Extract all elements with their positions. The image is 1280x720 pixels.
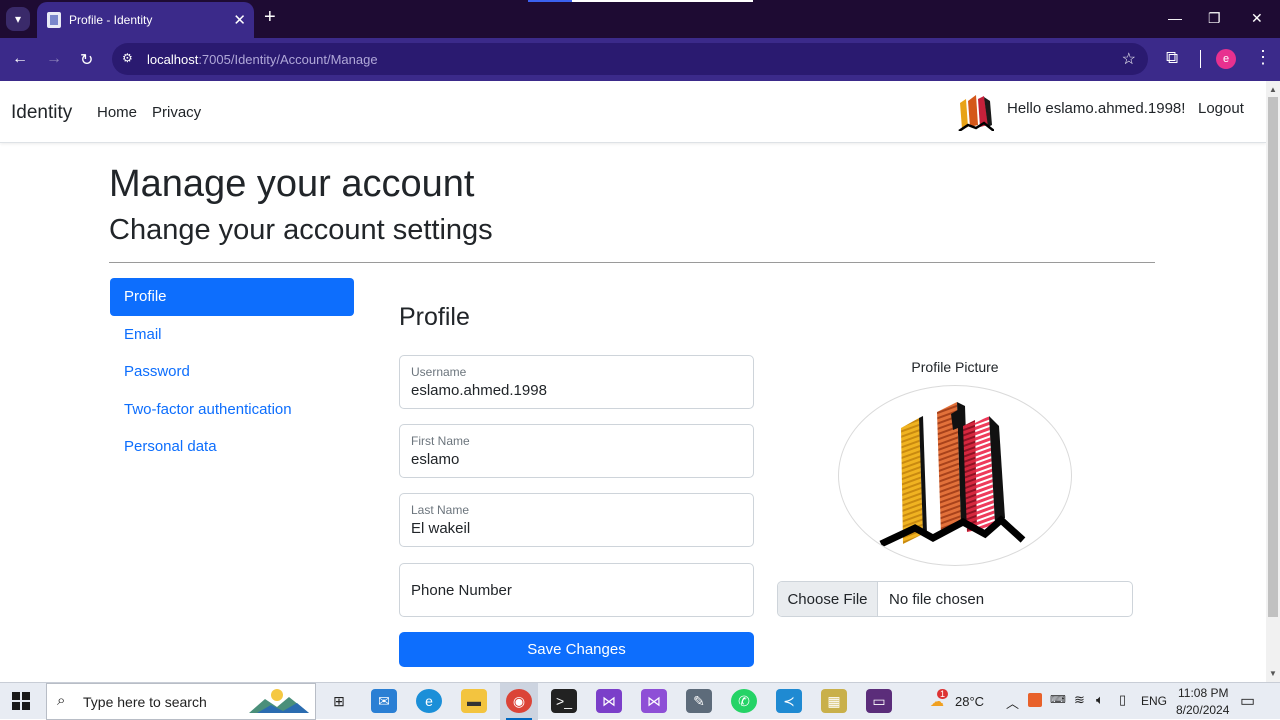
site-brand[interactable]: Identity: [11, 102, 72, 124]
sidenav-item-profile[interactable]: Profile: [110, 278, 354, 316]
profile-picture-logo-icon: [879, 402, 1026, 548]
vscode-icon[interactable]: ≺: [776, 689, 802, 713]
tab-title: Profile - Identity: [69, 13, 153, 27]
address-bar[interactable]: ⚙ localhost:7005/Identity/Account/Manage…: [112, 43, 1148, 75]
tray-chevron-icon[interactable]: ︿: [1006, 693, 1019, 712]
site-navbar: Identity Home Privacy Hello eslamo.ahmed…: [0, 81, 1266, 143]
notification-icon[interactable]: ▭: [1240, 691, 1255, 711]
nav-home-link[interactable]: Home: [97, 104, 137, 121]
web-page: Identity Home Privacy Hello eslamo.ahmed…: [0, 81, 1266, 682]
user-avatar-logo-icon: [958, 95, 994, 131]
page-scrollbar[interactable]: ▲ ▼: [1266, 81, 1280, 682]
whatsapp-icon[interactable]: ✆: [731, 689, 757, 713]
logout-button[interactable]: Logout: [1198, 100, 1244, 117]
profile-picture-file-input[interactable]: Choose File No file chosen: [777, 581, 1133, 617]
forward-icon[interactable]: →: [46, 50, 62, 68]
loading-indicator: [528, 0, 753, 2]
first-name-field[interactable]: First Name eslamo: [399, 424, 754, 478]
extensions-icon[interactable]: ⧉: [1166, 48, 1178, 68]
dev-tool-icon[interactable]: ✎: [686, 689, 712, 713]
site-info-icon[interactable]: ⚙: [122, 51, 136, 65]
visual-studio-icon[interactable]: ⋈: [596, 689, 622, 713]
tab-search-button[interactable]: ▾: [6, 7, 30, 31]
task-view-icon[interactable]: ⊞: [326, 689, 352, 713]
language-indicator[interactable]: ENG: [1141, 694, 1167, 708]
chrome-icon[interactable]: ◉: [506, 689, 532, 713]
taskbar-search-box[interactable]: ⌕ Type here to search: [46, 683, 316, 720]
restore-button[interactable]: ❐: [1208, 10, 1221, 27]
account-sidenav: Profile Email Password Two-factor authen…: [110, 278, 354, 466]
windows-taskbar: ⌕ Type here to search ⊞ ✉ e ▬ ◉ >_ ⋈ ⋈ ✎…: [0, 682, 1280, 720]
tab-close-icon[interactable]: ✕: [233, 11, 246, 29]
sidenav-item-two-factor[interactable]: Two-factor authentication: [110, 391, 354, 429]
url-path: :7005/Identity/Account/Manage: [198, 51, 378, 67]
page-favicon-icon: [47, 12, 61, 28]
database-app-icon[interactable]: ▭: [866, 689, 892, 713]
sidenav-item-personal-data[interactable]: Personal data: [110, 428, 354, 466]
visual-studio-preview-icon[interactable]: ⋈: [641, 689, 667, 713]
search-icon: ⌕: [57, 692, 66, 709]
last-name-label: Last Name: [411, 503, 470, 517]
minimize-button[interactable]: —: [1168, 10, 1182, 26]
back-icon[interactable]: ←: [12, 50, 28, 68]
page-title: Manage your account: [109, 163, 475, 205]
profile-picture: [838, 385, 1072, 566]
choose-file-button[interactable]: Choose File: [778, 582, 878, 616]
close-window-button[interactable]: ✕: [1251, 10, 1263, 27]
username-label: Username: [411, 365, 467, 379]
scroll-up-icon[interactable]: ▲: [1269, 85, 1277, 94]
profile-picture-label: Profile Picture: [911, 359, 999, 375]
user-greeting-link[interactable]: Hello eslamo.ahmed.1998!: [1007, 100, 1185, 117]
temperature-text[interactable]: 28°C: [955, 694, 984, 709]
phone-number-label: Phone Number: [411, 582, 512, 599]
browser-menu-icon[interactable]: ⋮: [1254, 47, 1272, 68]
file-status-text: No file chosen: [889, 590, 985, 608]
weather-badge: 1: [937, 689, 949, 699]
first-name-value: eslamo: [411, 451, 460, 468]
browser-tab[interactable]: Profile - Identity ✕: [37, 2, 254, 38]
reload-icon[interactable]: ↻: [80, 50, 93, 70]
scrollbar-thumb[interactable]: [1268, 97, 1278, 617]
header-divider: [109, 262, 1155, 263]
app-icon[interactable]: ▦: [821, 689, 847, 713]
sidenav-item-password[interactable]: Password: [110, 353, 354, 391]
username-field[interactable]: Username eslamo.ahmed.1998: [399, 355, 754, 409]
terminal-icon[interactable]: >_: [551, 689, 577, 713]
taskbar-search-placeholder: Type here to search: [83, 694, 207, 710]
browser-toolbar: ← → ↻ ⚙ localhost:7005/Identity/Account/…: [0, 38, 1280, 81]
file-explorer-icon[interactable]: ▬: [461, 689, 487, 713]
scroll-down-icon[interactable]: ▼: [1269, 669, 1277, 678]
save-changes-button[interactable]: Save Changes: [399, 632, 754, 667]
new-tab-button[interactable]: +: [264, 6, 276, 29]
last-name-field[interactable]: Last Name El wakeil: [399, 493, 754, 547]
edge-icon[interactable]: e: [416, 689, 442, 713]
first-name-label: First Name: [411, 434, 470, 448]
clock-date[interactable]: 8/20/2024: [1176, 703, 1229, 717]
url-host: localhost: [147, 51, 199, 67]
search-highlight-icon: [249, 689, 309, 713]
browser-tab-bar: ▾ Profile - Identity ✕ + — ❐ ✕: [0, 0, 1280, 38]
volume-icon[interactable]: 🔈︎: [1096, 692, 1104, 708]
wifi-icon[interactable]: ≋: [1074, 692, 1085, 708]
bookmark-star-icon[interactable]: ☆: [1122, 49, 1136, 69]
phone-number-field[interactable]: Phone Number: [399, 563, 754, 617]
profile-avatar[interactable]: e: [1216, 49, 1236, 69]
battery-icon[interactable]: ▯: [1119, 692, 1126, 708]
clock-time[interactable]: 11:08 PM: [1178, 686, 1228, 700]
input-method-icon[interactable]: ⌨: [1050, 693, 1066, 706]
windows-start-icon[interactable]: [12, 692, 30, 710]
nav-privacy-link[interactable]: Privacy: [152, 104, 201, 121]
sidenav-item-email[interactable]: Email: [110, 316, 354, 354]
mail-icon[interactable]: ✉: [371, 689, 397, 713]
username-value: eslamo.ahmed.1998: [411, 382, 547, 399]
tray-app-icon[interactable]: [1028, 693, 1042, 707]
form-heading: Profile: [399, 303, 470, 331]
toolbar-divider: [1200, 50, 1201, 68]
last-name-value: El wakeil: [411, 520, 471, 537]
page-subtitle: Change your account settings: [109, 214, 493, 246]
